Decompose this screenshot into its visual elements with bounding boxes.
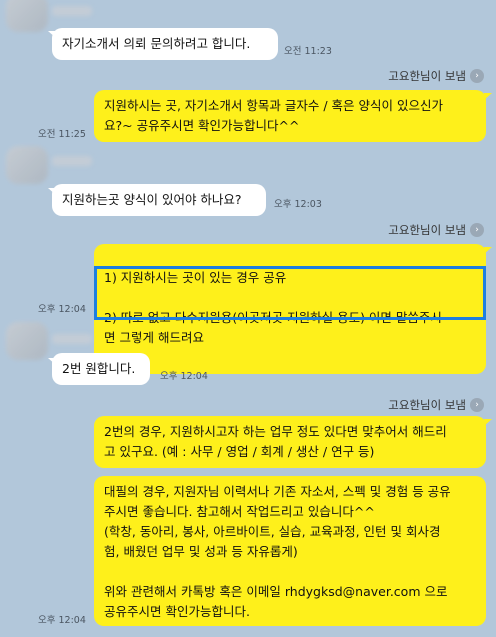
message-time: 오후 12:04: [38, 615, 86, 626]
avatar[interactable]: [6, 146, 48, 184]
sender-note-label: 고요한님이 보냄: [388, 398, 466, 412]
chevron-right-icon: ›: [470, 223, 484, 237]
message-bubble-outgoing[interactable]: 대필의 경우, 지원자님 이력서나 기존 자소서, 스펙 및 경험 등 공유 주…: [94, 476, 486, 626]
message-time: 오전 11:23: [284, 46, 332, 57]
bubble-tail: [484, 247, 492, 254]
sender-note[interactable]: 고요한님이 보냄 ›: [388, 397, 484, 413]
avatar[interactable]: [6, 0, 48, 32]
sender-name-blurred: [52, 334, 92, 344]
message-time: 오후 12:04: [38, 304, 86, 315]
message-bubble-incoming[interactable]: 자기소개서 의뢰 문의하려고 합니다.: [52, 28, 278, 60]
message-bubble-incoming[interactable]: 지원하는곳 양식이 있어야 하나요?: [52, 184, 266, 216]
sender-note-label: 고요한님이 보냄: [388, 69, 466, 83]
message-time: 오전 11:25: [38, 129, 86, 140]
message-bubble-outgoing[interactable]: 지원하시는 곳, 자기소개서 항목과 글자수 / 혹은 양식이 있으신가 요?~…: [94, 90, 486, 142]
avatar[interactable]: [6, 322, 48, 360]
sender-note[interactable]: 고요한님이 보냄 ›: [388, 68, 484, 84]
sender-name-blurred: [52, 156, 92, 166]
sender-name-blurred: [52, 6, 92, 16]
message-time: 오후 12:03: [274, 199, 322, 210]
chevron-right-icon: ›: [470, 398, 484, 412]
message-bubble-incoming[interactable]: 2번 원합니다.: [52, 353, 150, 385]
highlight-box: [94, 266, 486, 320]
sender-note-label: 고요한님이 보냄: [388, 223, 466, 237]
sender-note[interactable]: 고요한님이 보냄 ›: [388, 222, 484, 238]
message-time: 오후 12:04: [160, 371, 208, 382]
message-bubble-outgoing[interactable]: 2번의 경우, 지원하시고자 하는 업무 정도 있다면 맞추어서 해드리 고 있…: [94, 416, 486, 468]
bubble-tail: [484, 93, 492, 100]
chevron-right-icon: ›: [470, 69, 484, 83]
bubble-tail: [484, 419, 492, 426]
